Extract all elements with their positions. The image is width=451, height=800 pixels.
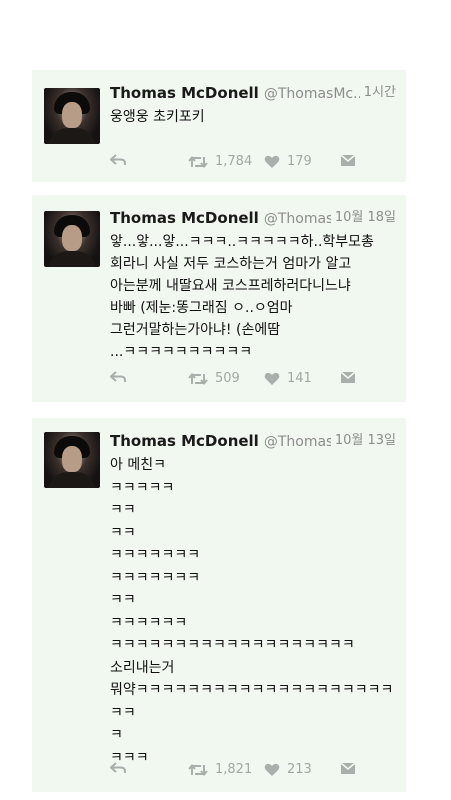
reply-icon [110,371,126,382]
tweet-text-line: 앟...앟...앟...ㅋㅋㅋ..ㅋㅋㅋㅋㅋ하..학부모총 [110,234,374,250]
tweet-text: 웅앵웅 초키포키 [110,106,398,128]
tweet-text-line: 뭐약ㅋㅋㅋㅋㅋㅋㅋㅋㅋㅋㅋㅋㅋㅋㅋㅋㅋㅋㅋㅋ [110,682,394,698]
tweet-text-line: ㅋㅋ [110,592,136,608]
tweet-card-2[interactable]: Thomas McDonell @Thomas... 10월 18일 앟...앟.… [32,195,406,402]
tweet-text-line: ㅋㅋㅋㅋㅋ [110,479,175,496]
tweet-time[interactable]: 1시간 [359,82,396,104]
tweet-text-line: ...ㅋㅋㅋㅋㅋㅋㅋㅋㅋㅋ [110,344,253,360]
like-button[interactable]: 213 [264,762,312,777]
heart-icon [264,763,280,776]
retweet-icon [188,155,208,168]
tweet-actions: 509 141 [110,371,386,391]
tweet-text: 아 메친ㅋ ㅋㅋㅋㅋㅋ ㅋㅋ ㅋㅋ ㅋㅋㅋㅋㅋㅋㅋ ㅋㅋㅋㅋㅋㅋㅋ ㅋㅋ ㅋㅋㅋ… [110,454,398,769]
heart-icon [264,372,280,385]
reply-button[interactable] [110,371,126,383]
tweet-header: Thomas McDonell @ThomasMc... 1시간 [110,82,396,105]
retweet-icon [188,763,208,776]
tweet-text-line: ㅋㅋㅋㅋㅋㅋㅋㅋㅋㅋㅋㅋㅋㅋㅋㅋㅋㅋㅋ [110,637,355,653]
reply-icon [110,762,126,773]
retweet-count: 509 [215,371,240,386]
avatar[interactable] [44,211,100,267]
retweet-button[interactable]: 1,821 [188,762,252,777]
avatar[interactable] [44,88,100,144]
tweet-text-line: ㅋㅋㅋㅋㅋㅋㅋ [110,569,201,586]
retweet-button[interactable]: 1,784 [188,154,252,169]
tweet-text-line: ㅋㅋㅋㅋㅋㅋ [110,614,188,631]
tweet-actions: 1,784 179 [110,154,386,174]
tweet-text-line: 웅앵웅 초키포키 [110,109,205,125]
envelope-icon [340,371,356,383]
tweet-text-line: 바빠 (제눈:똥그래짐 ㅇ..ㅇ엄마 [110,300,293,316]
reply-button[interactable] [110,154,126,166]
retweet-button[interactable]: 509 [188,371,240,386]
reply-button[interactable] [110,762,126,774]
heart-icon [264,155,280,168]
dm-button[interactable] [340,371,356,384]
tweet-text-line: ㅋㅋ [110,524,136,541]
retweet-icon [188,372,208,385]
tweet-text-line: ㅋㅋ [110,502,136,518]
tweet-text-line: 그런거말하는가아냐! (손에땀 [110,322,281,338]
envelope-icon [340,762,356,774]
like-count: 213 [287,762,312,777]
like-button[interactable]: 179 [264,154,312,169]
author-name[interactable]: Thomas McDonell [110,209,259,227]
tweet-text-line: 아는분께 내딸요새 코스프레하러다니느냐 [110,278,351,294]
tweet-text-line: 회라니 사실 저두 코스하는거 엄마가 알고 [110,256,352,272]
like-count: 141 [287,371,312,386]
author-name[interactable]: Thomas McDonell [110,432,259,450]
tweet-text-line: 소리내는거 [110,659,175,676]
like-count: 179 [287,154,312,169]
tweet-text: 앟...앟...앟...ㅋㅋㅋ..ㅋㅋㅋㅋㅋ하..학부모총 회라니 사실 저두 … [110,231,398,363]
tweet-text-line: ㅋ [110,727,123,743]
envelope-icon [340,154,356,166]
tweet-text-line: 아 메친ㅋ [110,457,166,473]
dm-button[interactable] [340,762,356,775]
tweet-card-3[interactable]: Thomas McDonell @Thomas... 10월 13일 아 메친ㅋ … [32,418,406,792]
tweet-text-line: ㅋㅋ [110,704,136,721]
retweet-count: 1,784 [215,154,253,169]
avatar[interactable] [44,432,100,488]
tweet-card-1[interactable]: Thomas McDonell @ThomasMc... 1시간 웅앵웅 초키포키… [32,70,406,182]
author-handle[interactable]: @ThomasMc... [264,86,367,102]
tweet-time[interactable]: 10월 18일 [330,207,396,229]
author-name[interactable]: Thomas McDonell [110,84,259,102]
retweet-count: 1,821 [215,762,253,777]
tweet-header: Thomas McDonell @Thomas... 10월 18일 [110,207,396,230]
tweet-actions: 1,821 213 [110,762,386,782]
like-button[interactable]: 141 [264,371,312,386]
dm-button[interactable] [340,154,356,167]
reply-icon [110,154,126,165]
tweet-text-line: ㅋㅋㅋㅋㅋㅋㅋ [110,547,201,563]
tweet-time[interactable]: 10월 13일 [330,430,396,452]
tweet-header: Thomas McDonell @Thomas... 10월 13일 [110,430,396,453]
